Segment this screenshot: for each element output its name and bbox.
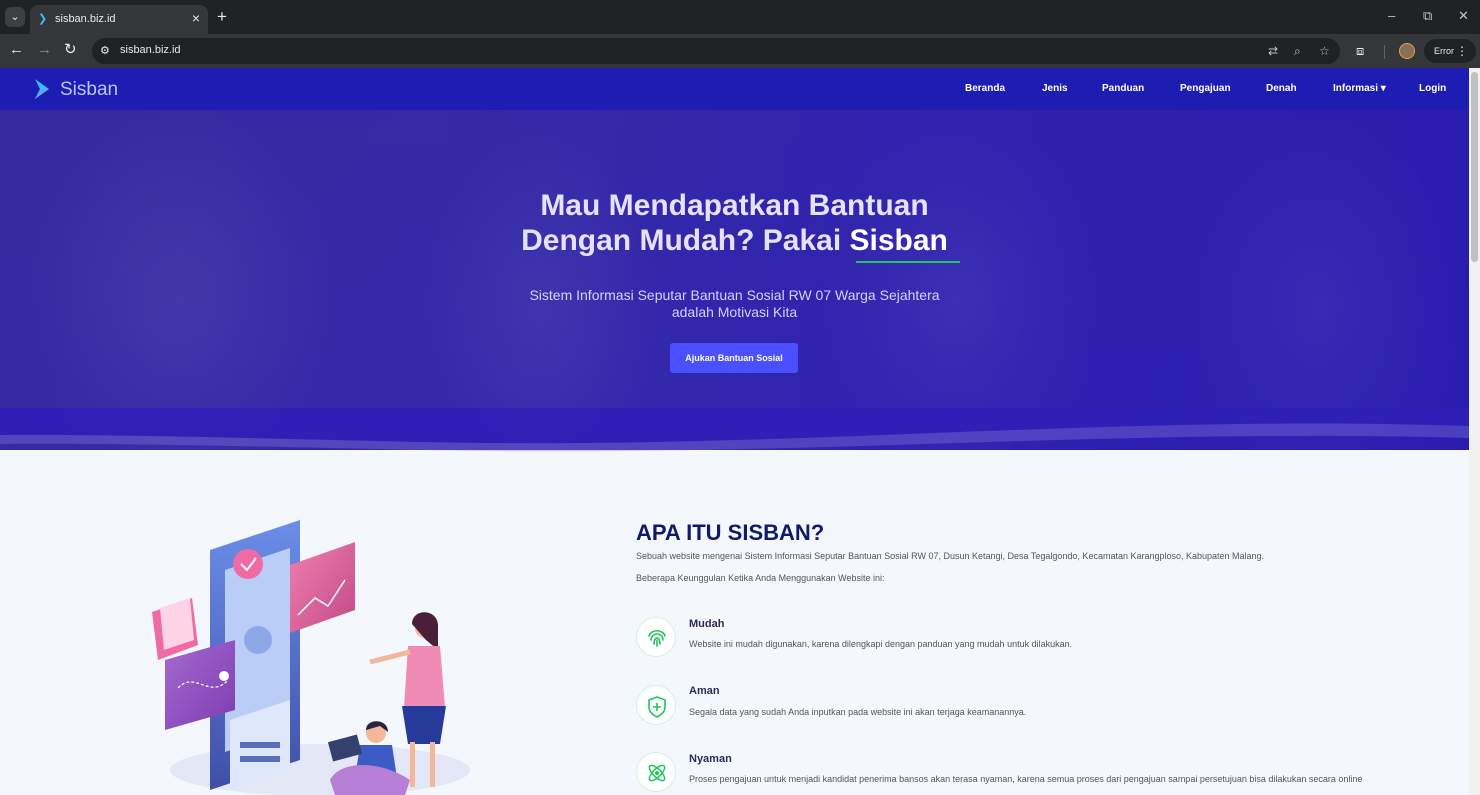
site-navbar: Sisban Beranda Jenis Panduan Pengajuan D…	[0, 68, 1469, 110]
fingerprint-icon	[636, 617, 676, 657]
browser-tabbar: ⌄ ❯ sisban.biz.id × + – ⧉ ✕	[0, 0, 1480, 34]
hero-title-line2: Dengan Mudah? Pakai Sisban	[0, 223, 1469, 258]
new-tab-icon[interactable]: +	[217, 8, 227, 25]
translate-icon[interactable]: ⇄	[1268, 44, 1278, 58]
nav-denah[interactable]: Denah	[1266, 83, 1297, 94]
nav-pengajuan[interactable]: Pengajuan	[1180, 83, 1231, 94]
apply-aid-button[interactable]: Ajukan Bantuan Sosial	[670, 343, 798, 373]
app-illustration	[152, 520, 470, 795]
hero-subtitle-line1: Sistem Informasi Seputar Bantuan Sosial …	[529, 287, 940, 303]
nav-jenis[interactable]: Jenis	[1042, 83, 1068, 94]
close-window-icon[interactable]: ✕	[1458, 9, 1469, 23]
hero-title-prefix: Dengan Mudah? Pakai	[521, 224, 850, 257]
atom-icon	[636, 752, 676, 792]
brand-chevron-icon	[35, 79, 49, 99]
nav-login[interactable]: Login	[1419, 83, 1446, 94]
hero-title-highlight: Sisban	[849, 224, 948, 257]
tab-title: sisban.biz.id	[55, 13, 116, 25]
hero-wave-divider	[0, 408, 1469, 452]
zoom-icon[interactable]: ⌕	[1294, 44, 1301, 59]
feature-desc-mudah: Website ini mudah digunakan, karena dile…	[689, 639, 1073, 649]
about-lead: Beberapa Keunggulan Ketika Anda Mengguna…	[636, 573, 885, 583]
hero-title: Mau Mendapatkan Bantuan Dengan Mudah? Pa…	[0, 188, 1469, 258]
brand-name: Sisban	[60, 79, 119, 100]
browser-toolbar: ← → ↻ ⚙ sisban.biz.id ⇄ ⌕ ☆ ⧈ Error ⋮	[0, 34, 1480, 68]
feature-title-mudah: Mudah	[689, 618, 725, 630]
hero-title-line1: Mau Mendapatkan Bantuan	[540, 189, 929, 222]
site-info-icon[interactable]: ⚙	[100, 44, 110, 57]
error-label: Error	[1434, 46, 1454, 56]
error-menu-button[interactable]: Error ⋮	[1424, 39, 1476, 63]
bookmark-star-icon[interactable]: ☆	[1319, 44, 1330, 58]
kebab-menu-icon: ⋮	[1456, 44, 1468, 58]
feature-title-aman: Aman	[689, 685, 720, 697]
page-scrollbar[interactable]	[1469, 68, 1480, 795]
profile-avatar[interactable]	[1399, 43, 1415, 59]
feature-desc-nyaman: Proses pengajuan untuk menjadi kandidat …	[689, 774, 1363, 784]
browser-tab[interactable]: ❯ sisban.biz.id ×	[30, 5, 208, 34]
nav-panduan[interactable]: Panduan	[1102, 83, 1144, 94]
url-text: sisban.biz.id	[120, 44, 181, 56]
hero-photo-overlay	[0, 110, 1469, 450]
feature-title-nyaman: Nyaman	[689, 753, 732, 765]
site-favicon-icon: ❯	[38, 13, 48, 25]
tab-search-icon[interactable]: ⌄	[5, 7, 25, 27]
close-tab-icon[interactable]: ×	[192, 11, 200, 25]
reload-icon[interactable]: ↻	[64, 42, 77, 58]
toolbar-divider	[1384, 45, 1385, 59]
minimize-icon[interactable]: –	[1388, 9, 1395, 23]
about-description: Sebuah website mengenai Sistem Informasi…	[636, 551, 1265, 561]
restore-icon[interactable]: ⧉	[1423, 9, 1432, 23]
page-viewport: Sisban Beranda Jenis Panduan Pengajuan D…	[0, 68, 1469, 795]
shield-icon	[636, 685, 676, 725]
hero-subtitle-line2: adalah Motivasi Kita	[671, 304, 798, 320]
forward-icon[interactable]: →	[37, 42, 52, 58]
extensions-icon[interactable]: ⧈	[1356, 43, 1364, 59]
about-heading: APA ITU SISBAN?	[636, 520, 825, 545]
nav-beranda[interactable]: Beranda	[965, 83, 1005, 94]
hero-subtitle: Sistem Informasi Seputar Bantuan Sosial …	[0, 287, 1469, 321]
hero-banner: Mau Mendapatkan Bantuan Dengan Mudah? Pa…	[0, 110, 1469, 450]
address-bar[interactable]: ⚙ sisban.biz.id ⇄ ⌕ ☆	[92, 38, 1340, 64]
back-icon[interactable]: ←	[9, 42, 24, 58]
feature-desc-aman: Segala data yang sudah Anda inputkan pad…	[689, 707, 1027, 717]
nav-informasi-dropdown[interactable]: Informasi ▾	[1333, 83, 1386, 94]
scrollbar-thumb[interactable]	[1471, 72, 1478, 262]
highlight-underline	[856, 261, 960, 263]
